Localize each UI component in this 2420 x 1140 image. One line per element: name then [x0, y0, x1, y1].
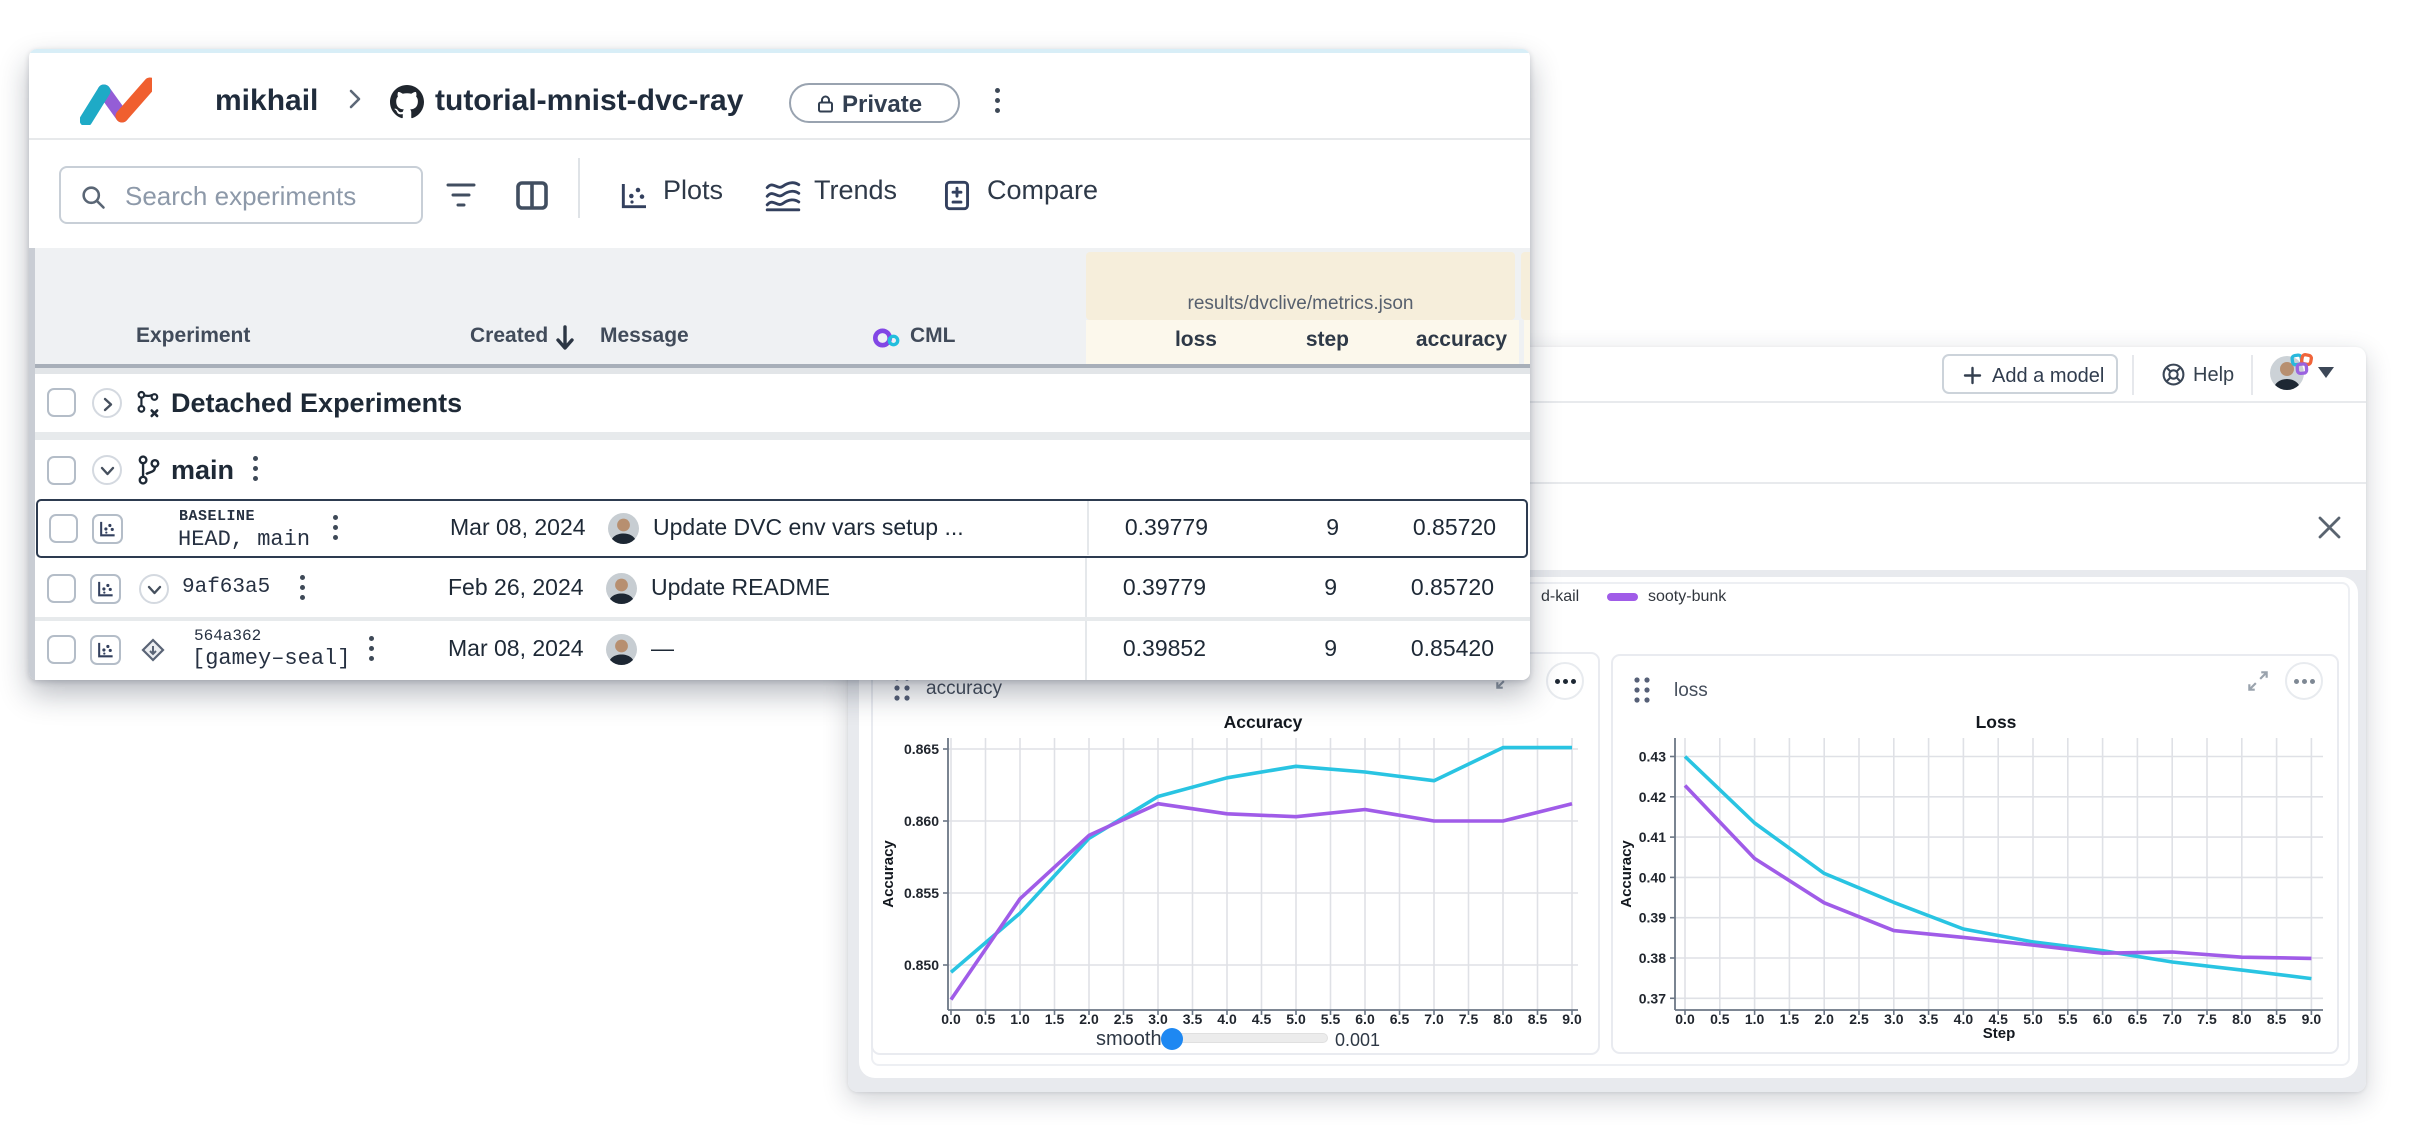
svg-text:7.0: 7.0: [1424, 1011, 1444, 1027]
svg-text:6.0: 6.0: [2093, 1011, 2113, 1027]
svg-text:0.5: 0.5: [1710, 1011, 1730, 1027]
svg-text:8.5: 8.5: [2267, 1011, 2287, 1027]
svg-text:7.0: 7.0: [2162, 1011, 2182, 1027]
svg-text:0.42: 0.42: [1639, 789, 1666, 805]
svg-text:2.0: 2.0: [1079, 1011, 1099, 1027]
svg-text:0.38: 0.38: [1639, 950, 1666, 966]
svg-text:3.0: 3.0: [1884, 1011, 1904, 1027]
svg-text:8.0: 8.0: [2232, 1011, 2252, 1027]
svg-text:3.0: 3.0: [1148, 1011, 1168, 1027]
svg-text:Accuracy: Accuracy: [1224, 712, 1303, 732]
svg-text:1.5: 1.5: [1045, 1011, 1065, 1027]
svg-text:Loss: Loss: [1976, 712, 2017, 732]
svg-text:6.0: 6.0: [1355, 1011, 1375, 1027]
svg-text:2.0: 2.0: [1814, 1011, 1834, 1027]
svg-text:7.5: 7.5: [2197, 1011, 2217, 1027]
svg-text:9.0: 9.0: [1562, 1011, 1582, 1027]
svg-text:1.5: 1.5: [1780, 1011, 1800, 1027]
svg-text:2.5: 2.5: [1114, 1011, 1134, 1027]
svg-text:5.5: 5.5: [2058, 1011, 2078, 1027]
svg-text:6.5: 6.5: [2128, 1011, 2148, 1027]
svg-text:3.5: 3.5: [1183, 1011, 1203, 1027]
svg-text:5.5: 5.5: [1321, 1011, 1341, 1027]
svg-text:0.0: 0.0: [941, 1011, 961, 1027]
svg-text:0.860: 0.860: [904, 813, 939, 829]
svg-text:Step: Step: [1983, 1025, 2016, 1042]
svg-text:4.0: 4.0: [1954, 1011, 1974, 1027]
svg-text:5.0: 5.0: [1286, 1011, 1306, 1027]
svg-text:0.850: 0.850: [904, 957, 939, 973]
svg-text:3.5: 3.5: [1919, 1011, 1939, 1027]
svg-text:0.37: 0.37: [1639, 990, 1666, 1006]
svg-text:0.865: 0.865: [904, 741, 939, 757]
svg-text:8.0: 8.0: [1493, 1011, 1513, 1027]
svg-text:0.41: 0.41: [1639, 829, 1666, 845]
svg-text:2.5: 2.5: [1849, 1011, 1869, 1027]
svg-text:4.5: 4.5: [1252, 1011, 1272, 1027]
svg-text:0.39: 0.39: [1639, 910, 1666, 926]
svg-text:5.0: 5.0: [2023, 1011, 2043, 1027]
svg-text:0.43: 0.43: [1639, 749, 1666, 765]
svg-text:6.5: 6.5: [1390, 1011, 1410, 1027]
svg-text:0.855: 0.855: [904, 885, 939, 901]
svg-text:9.0: 9.0: [2302, 1011, 2322, 1027]
svg-text:4.0: 4.0: [1217, 1011, 1237, 1027]
svg-text:Accuracy: Accuracy: [880, 840, 897, 908]
svg-text:8.5: 8.5: [1528, 1011, 1548, 1027]
svg-text:Accuracy: Accuracy: [1618, 840, 1635, 908]
svg-text:7.5: 7.5: [1459, 1011, 1479, 1027]
svg-text:1.0: 1.0: [1010, 1011, 1030, 1027]
svg-text:0.0: 0.0: [1675, 1011, 1695, 1027]
svg-text:1.0: 1.0: [1745, 1011, 1765, 1027]
svg-text:0.40: 0.40: [1639, 869, 1666, 885]
svg-text:0.5: 0.5: [976, 1011, 996, 1027]
